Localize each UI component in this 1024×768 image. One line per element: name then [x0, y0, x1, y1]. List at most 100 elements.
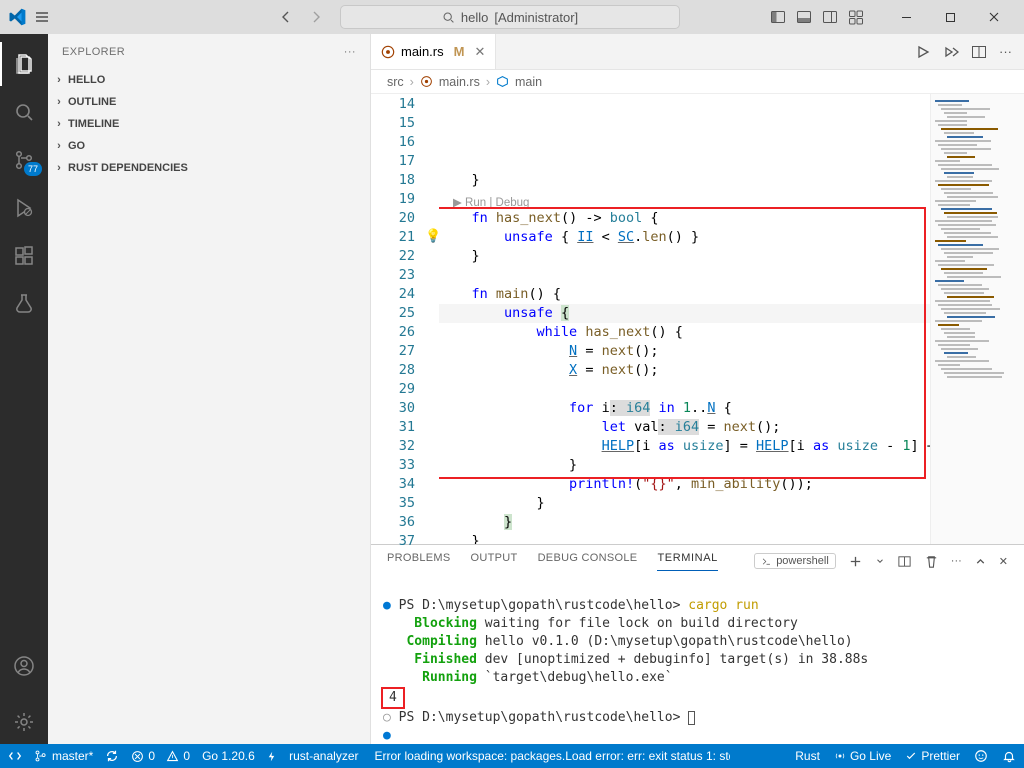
- debug-alt-icon[interactable]: [943, 44, 959, 60]
- hamburger-menu-icon[interactable]: [34, 9, 50, 25]
- status-bell-icon[interactable]: [1002, 749, 1016, 763]
- status-problems[interactable]: 0 0: [131, 749, 190, 763]
- panel-tab-terminal[interactable]: TERMINAL: [657, 552, 717, 571]
- status-feedback-icon[interactable]: [974, 749, 988, 763]
- activity-run-debug[interactable]: [0, 186, 48, 230]
- vscode-logo-icon: [8, 8, 26, 26]
- activity-source-control[interactable]: 77: [0, 138, 48, 182]
- chevron-right-icon: ›: [52, 96, 66, 108]
- status-prettier[interactable]: Prettier: [905, 749, 960, 763]
- branch-name: master*: [52, 749, 93, 763]
- panel-tab-debug-console[interactable]: DEBUG CONSOLE: [538, 552, 638, 570]
- section-timeline[interactable]: ›TIMELINE: [48, 113, 370, 135]
- editor-tabs: main.rs M ✕ ···: [371, 34, 1024, 70]
- highlight-box-main: [439, 207, 926, 479]
- chevron-right-icon: ›: [52, 118, 66, 130]
- status-remote-icon[interactable]: [8, 749, 22, 763]
- tab-main-rs[interactable]: main.rs M ✕: [371, 34, 496, 69]
- term-finished: Finished: [383, 652, 477, 667]
- chevron-right-icon: ›: [52, 140, 66, 152]
- term-running: Running: [383, 670, 477, 685]
- title-role: [Administrator]: [494, 10, 578, 25]
- tab-close-icon[interactable]: ✕: [474, 44, 485, 60]
- panel-close-icon[interactable]: ✕: [999, 555, 1008, 568]
- more-actions-icon[interactable]: ···: [999, 44, 1012, 59]
- status-branch[interactable]: master*: [34, 749, 93, 763]
- activity-accounts[interactable]: [0, 644, 48, 688]
- terminal-split-icon[interactable]: [897, 554, 912, 569]
- activity-bar: 77: [0, 34, 48, 744]
- split-editor-icon[interactable]: [971, 44, 987, 60]
- nav-back-icon[interactable]: [278, 9, 294, 25]
- section-go[interactable]: ›GO: [48, 135, 370, 157]
- section-label: GO: [68, 140, 85, 152]
- term-l2: waiting for file lock on build directory: [477, 616, 798, 631]
- panel-tab-output[interactable]: OUTPUT: [471, 552, 518, 570]
- terminal-kill-icon[interactable]: [924, 554, 939, 569]
- chevron-up-icon[interactable]: [974, 555, 987, 568]
- status-bar: master* 0 0 Go 1.20.6 rust-analyzer Erro…: [0, 744, 1024, 768]
- layout-bottom-icon[interactable]: [796, 9, 812, 25]
- breadcrumb-file[interactable]: main.rs: [439, 75, 480, 89]
- status-go-version[interactable]: Go 1.20.6: [202, 749, 277, 763]
- terminal-content[interactable]: ● PS D:\mysetup\gopath\rustcode\hello> c…: [371, 577, 1024, 744]
- activity-explorer[interactable]: [0, 42, 48, 86]
- chevron-right-icon: ›: [52, 74, 66, 86]
- command-center[interactable]: hello [Administrator]: [340, 5, 680, 29]
- breadcrumbs[interactable]: src › main.rs › main: [371, 70, 1024, 94]
- error-count: 0: [148, 749, 155, 763]
- term-prompt-2: PS D:\mysetup\gopath\rustcode\hello>: [399, 710, 689, 725]
- terminal-split-chevron-icon[interactable]: [875, 556, 885, 566]
- term-l4: dev [unoptimized + debuginfo] target(s) …: [477, 652, 868, 667]
- panel-tab-problems[interactable]: PROBLEMS: [387, 552, 451, 570]
- status-language[interactable]: Rust: [795, 749, 820, 763]
- status-error-message[interactable]: Error loading workspace: packages.Load e…: [370, 749, 730, 763]
- shell-name: powershell: [776, 555, 829, 567]
- layout-left-icon[interactable]: [770, 9, 786, 25]
- title-app: hello: [461, 10, 488, 25]
- sidebar-more-icon[interactable]: ···: [344, 46, 356, 58]
- symbol-function-icon: [496, 75, 509, 88]
- rust-file-icon: [420, 75, 433, 88]
- status-rust-analyzer[interactable]: rust-analyzer: [289, 749, 358, 763]
- nav-forward-icon[interactable]: [308, 9, 324, 25]
- chevron-right-icon: ›: [486, 75, 490, 89]
- section-hello[interactable]: ›HELLO: [48, 69, 370, 91]
- code-editor[interactable]: 1415161718192021222324252627282930313233…: [371, 94, 1024, 544]
- terminal-shell-selector[interactable]: powershell: [754, 553, 836, 569]
- term-blocking: Blocking: [383, 616, 477, 631]
- title-bar: hello [Administrator]: [0, 0, 1024, 34]
- more-icon[interactable]: ···: [951, 555, 962, 567]
- rust-file-icon: [381, 45, 395, 59]
- activity-settings[interactable]: [0, 700, 48, 744]
- breadcrumb-root[interactable]: src: [387, 75, 404, 89]
- breadcrumb-symbol[interactable]: main: [515, 75, 542, 89]
- term-compiling: Compiling: [383, 634, 477, 649]
- term-l3: hello v0.1.0 (D:\mysetup\gopath\rustcode…: [477, 634, 853, 649]
- status-go-live[interactable]: Go Live: [834, 749, 891, 763]
- activity-extensions[interactable]: [0, 234, 48, 278]
- term-output: 4: [389, 690, 397, 705]
- line-number-gutter: 1415161718192021222324252627282930313233…: [383, 94, 423, 544]
- activity-testing[interactable]: [0, 282, 48, 326]
- window-maximize[interactable]: [928, 0, 972, 34]
- run-icon[interactable]: [915, 44, 931, 60]
- status-sync-icon[interactable]: [105, 749, 119, 763]
- minimap[interactable]: [930, 94, 1024, 544]
- section-label: RUST DEPENDENCIES: [68, 162, 188, 174]
- terminal-cursor: [688, 711, 695, 725]
- explorer-sidebar: EXPLORER ··· ›HELLO ›OUTLINE ›TIMELINE ›…: [48, 34, 371, 744]
- layout-customize-icon[interactable]: [848, 9, 864, 25]
- terminal-new-icon[interactable]: [848, 554, 863, 569]
- bottom-panel: PROBLEMS OUTPUT DEBUG CONSOLE TERMINAL p…: [371, 544, 1024, 744]
- window-close[interactable]: [972, 0, 1016, 34]
- section-rust-deps[interactable]: ›RUST DEPENDENCIES: [48, 157, 370, 179]
- chevron-right-icon: ›: [52, 162, 66, 174]
- section-label: HELLO: [68, 74, 105, 86]
- layout-right-icon[interactable]: [822, 9, 838, 25]
- term-cmd: cargo run: [688, 598, 758, 613]
- activity-search[interactable]: [0, 90, 48, 134]
- window-minimize[interactable]: [884, 0, 928, 34]
- section-outline[interactable]: ›OUTLINE: [48, 91, 370, 113]
- sidebar-title: EXPLORER: [62, 46, 125, 58]
